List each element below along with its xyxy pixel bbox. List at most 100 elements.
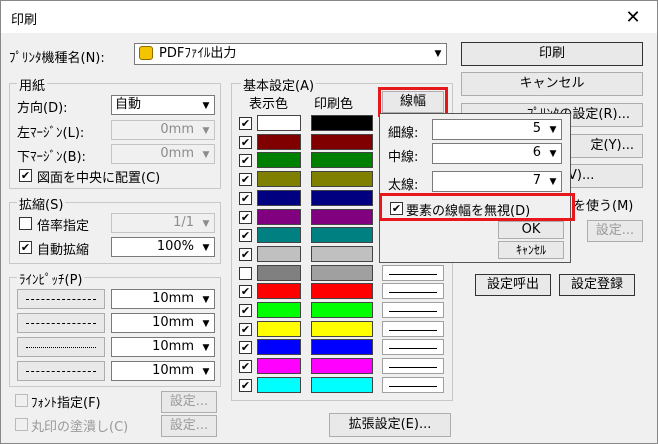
font-settings-button[interactable]: 設定... (161, 391, 217, 413)
layer-checkbox[interactable]: ✔ (239, 323, 252, 336)
print-color-swatch[interactable] (311, 265, 373, 281)
print-color-swatch[interactable] (311, 339, 373, 355)
line-width-preview[interactable] (382, 302, 444, 318)
display-color-swatch[interactable] (257, 321, 301, 337)
extended-settings-button[interactable]: 拡張設定(E)... (329, 413, 451, 437)
register-settings-button[interactable]: 設定登録 (559, 274, 635, 296)
use-label[interactable]: を使う(M) (573, 195, 633, 214)
chevron-down-icon: ▼ (202, 295, 210, 305)
setup-y-button[interactable]: 定(Y)... (561, 134, 643, 158)
print-color-swatch[interactable] (311, 358, 373, 374)
pitch-value-1: 10mm (152, 291, 194, 306)
line-width-preview[interactable] (382, 377, 444, 393)
print-color-swatch[interactable] (311, 209, 373, 225)
display-color-swatch[interactable] (257, 171, 301, 187)
thick-line-select[interactable]: 7 ▼ (432, 171, 562, 192)
pitch-select-2[interactable]: 10mm ▼ (111, 313, 215, 333)
display-color-swatch[interactable] (257, 152, 301, 168)
layer-checkbox[interactable]: ✔ (239, 341, 252, 354)
display-color-swatch[interactable] (257, 246, 301, 262)
dash-pattern-button-1[interactable] (17, 289, 105, 309)
print-color-swatch[interactable] (311, 283, 373, 299)
orientation-select[interactable]: 自動 ▼ (111, 95, 215, 115)
display-color-swatch[interactable] (257, 209, 301, 225)
print-color-swatch[interactable] (311, 171, 373, 187)
pitch-select-4[interactable]: 10mm ▼ (111, 361, 215, 381)
pitch-select-3[interactable]: 10mm ▼ (111, 337, 215, 357)
pitch-select-1[interactable]: 10mm ▼ (111, 289, 215, 309)
fill-settings-button[interactable]: 設定... (161, 415, 217, 437)
layer-checkbox[interactable]: ✔ (239, 360, 252, 373)
printer-value: PDFﾌｧｲﾙ出力 (159, 46, 237, 61)
dash-pattern-button-4[interactable] (17, 361, 105, 381)
printer-select[interactable]: PDFﾌｧｲﾙ出力 ▼ (134, 43, 447, 65)
left-margin-select[interactable]: 0mm ▼ (111, 120, 215, 140)
display-color-swatch[interactable] (257, 190, 301, 206)
layer-checkbox[interactable]: ✔ (239, 136, 252, 149)
print-button[interactable]: 印刷 (461, 42, 643, 66)
font-checkbox[interactable] (15, 394, 28, 407)
auto-scale-checkbox[interactable]: ✔ (19, 241, 32, 254)
layer-checkbox[interactable]: ✔ (239, 248, 252, 261)
print-color-swatch[interactable] (311, 377, 373, 393)
line-width-preview[interactable] (382, 358, 444, 374)
popup-cancel-button[interactable]: ｷｬﾝｾﾙ (498, 241, 564, 259)
dash-pattern-button-2[interactable] (17, 313, 105, 333)
display-color-swatch[interactable] (257, 283, 301, 299)
display-color-swatch[interactable] (257, 358, 301, 374)
layer-checkbox[interactable]: ✔ (239, 304, 252, 317)
print-color-swatch[interactable] (311, 134, 373, 150)
display-color-swatch[interactable] (257, 134, 301, 150)
layer-checkbox[interactable]: ✔ (239, 117, 252, 130)
printer-label: ﾌﾟﾘﾝﾀ機種名(N): (9, 51, 105, 66)
print-color-swatch[interactable] (311, 190, 373, 206)
recall-settings-button[interactable]: 設定呼出 (475, 274, 551, 296)
print-color-swatch[interactable] (311, 227, 373, 243)
popup-ok-button[interactable]: OK (498, 221, 564, 239)
medium-line-select[interactable]: 6 ▼ (432, 143, 562, 164)
display-color-swatch[interactable] (257, 227, 301, 243)
dash-pattern-button-3[interactable] (17, 337, 105, 357)
center-checkbox[interactable]: ✔ (19, 169, 32, 182)
fill-checkbox[interactable] (15, 418, 28, 431)
fill-label: 丸印の塗潰し(C) (31, 420, 129, 435)
line-width-preview[interactable] (382, 283, 444, 299)
print-color-swatch[interactable] (311, 246, 373, 262)
line-width-preview[interactable] (382, 265, 444, 281)
display-color-swatch[interactable] (257, 377, 301, 393)
print-color-swatch[interactable] (311, 302, 373, 318)
cancel-button[interactable]: キャンセル (461, 72, 643, 96)
ratio-label: 倍率指定 (37, 219, 90, 234)
layer-checkbox[interactable]: ✔ (239, 211, 252, 224)
display-color-swatch[interactable] (257, 115, 301, 131)
line-width-preview[interactable] (382, 321, 444, 337)
layer-checkbox[interactable]: ✔ (239, 229, 252, 242)
auto-scale-select[interactable]: 100% ▼ (111, 237, 215, 257)
layer-checkbox[interactable]: ✔ (239, 285, 252, 298)
paper-group-title: 用紙 (17, 75, 48, 94)
bottom-margin-value: 0mm (160, 146, 194, 161)
basic-settings-title: 基本設定(A) (241, 75, 317, 94)
line-stroke (389, 330, 437, 331)
ratio-checkbox[interactable] (19, 217, 32, 230)
settings-disabled-button[interactable]: 設定... (587, 220, 643, 242)
layer-checkbox[interactable] (239, 267, 252, 280)
display-color-swatch[interactable] (257, 339, 301, 355)
print-color-swatch[interactable] (311, 152, 373, 168)
display-color-swatch[interactable] (257, 265, 301, 281)
thin-line-select[interactable]: 5 ▼ (432, 119, 562, 140)
layer-checkbox[interactable]: ✔ (239, 154, 252, 167)
print-color-swatch[interactable] (311, 115, 373, 131)
layer-checkbox[interactable]: ✔ (239, 192, 252, 205)
close-icon[interactable]: ✕ (623, 7, 643, 28)
line-pitch-group-title: ﾗｲﾝﾋﾟｯﾁ(P) (17, 269, 85, 288)
setup-v-button[interactable]: V)... (561, 164, 643, 188)
display-color-swatch[interactable] (257, 302, 301, 318)
print-color-swatch[interactable] (311, 321, 373, 337)
line-width-preview[interactable] (382, 339, 444, 355)
layer-checkbox[interactable]: ✔ (239, 173, 252, 186)
layer-checkbox[interactable]: ✔ (239, 379, 252, 392)
bottom-margin-select[interactable]: 0mm ▼ (111, 144, 215, 164)
medium-line-label: 中線: (388, 150, 419, 165)
ratio-select[interactable]: 1/1 ▼ (111, 213, 215, 233)
